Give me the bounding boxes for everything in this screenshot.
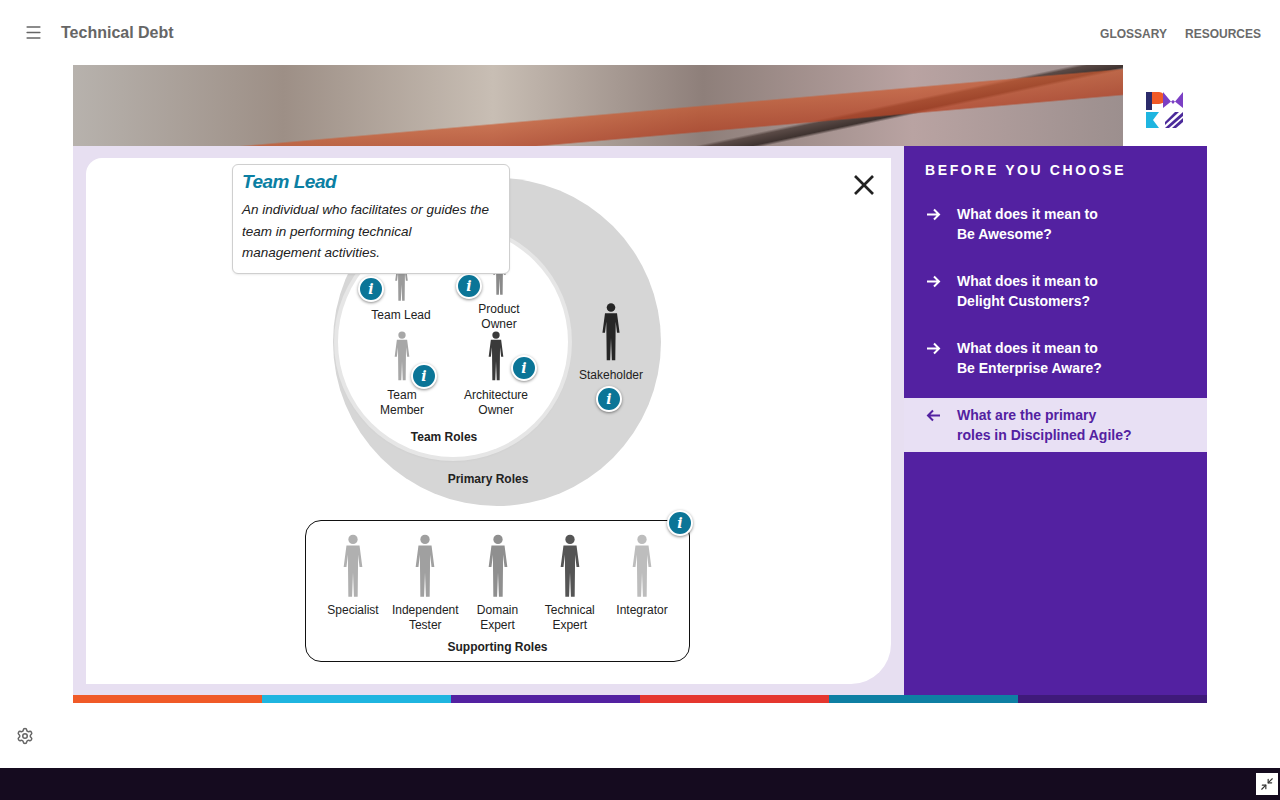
footer <box>0 703 1280 768</box>
arrow-right-icon <box>925 206 942 223</box>
close-icon[interactable] <box>853 174 875 196</box>
strip-segment <box>73 695 262 703</box>
supporting-role: DomainExpert <box>463 533 533 633</box>
sidebar-item[interactable]: What are the primaryroles in Disciplined… <box>904 398 1207 452</box>
arrow-left-icon <box>925 407 942 424</box>
role-label: Team Lead <box>371 308 430 323</box>
team-roles-label: Team Roles <box>374 430 514 444</box>
supporting-roles-box: Specialist IndependentTester DomainExpert T… <box>305 520 690 662</box>
gear-icon[interactable] <box>16 727 34 745</box>
menu-icon[interactable] <box>24 23 43 42</box>
role-label: ProductOwner <box>478 302 519 332</box>
diagram-panel: Team Roles Primary Roles Team Lead ProductO… <box>73 146 904 695</box>
content-shell: Team Roles Primary Roles Team Lead ProductO… <box>73 65 1207 703</box>
role-label: Integrator <box>616 603 667 618</box>
sidebar: BEFORE YOU CHOOSE What does it mean toBe … <box>904 146 1207 695</box>
arrow-right-icon <box>925 273 942 290</box>
supporting-role: TechnicalExpert <box>535 533 605 633</box>
banner-row <box>73 65 1207 146</box>
logo <box>1123 65 1207 146</box>
strip-segment <box>829 695 1018 703</box>
info-button[interactable]: i <box>456 273 482 299</box>
sidebar-item-label: What does it mean toBe Awesome? <box>957 204 1098 244</box>
role-node: Stakeholder <box>561 302 661 383</box>
info-button[interactable]: i <box>596 386 622 412</box>
strip-segment <box>451 695 640 703</box>
person-icon <box>628 533 656 599</box>
sidebar-list: What does it mean toBe Awesome? What does… <box>904 197 1207 452</box>
sidebar-heading: BEFORE YOU CHOOSE <box>904 162 1207 178</box>
tooltip-title: Team Lead <box>242 169 501 195</box>
role-tooltip: Team Lead An individual who facilitates o… <box>232 164 510 274</box>
role-label: TeamMember <box>380 388 424 418</box>
supporting-role: Specialist <box>318 533 388 633</box>
sidebar-item-label: What does it mean toDelight Customers? <box>957 271 1098 311</box>
supporting-role: Integrator <box>607 533 677 633</box>
header-link[interactable]: RESOURCES <box>1185 24 1261 41</box>
sidebar-item-label: What are the primaryroles in Disciplined… <box>957 405 1132 445</box>
person-icon <box>485 330 507 382</box>
info-button[interactable]: i <box>411 363 437 389</box>
sidebar-item[interactable]: What does it mean toDelight Customers? <box>904 264 1207 318</box>
role-label: DomainExpert <box>477 603 518 633</box>
strip-segment <box>1018 695 1207 703</box>
person-icon <box>411 533 439 599</box>
diagram-card: Team Roles Primary Roles Team Lead ProductO… <box>86 158 891 684</box>
page: Technical DebtGLOSSARY RESOURCES Team Role… <box>0 0 1280 800</box>
exit-fullscreen-icon[interactable] <box>1256 773 1278 795</box>
role-label: Stakeholder <box>579 368 643 383</box>
header: Technical DebtGLOSSARY RESOURCES <box>0 0 1280 65</box>
info-button[interactable]: i <box>511 355 537 381</box>
role-label: ArchitectureOwner <box>464 388 528 418</box>
info-button[interactable]: i <box>667 510 693 536</box>
sidebar-item[interactable]: What does it mean toBe Enterprise Aware? <box>904 331 1207 385</box>
tooltip-text: An individual who facilitates or guides … <box>242 199 501 264</box>
supporting-roles-label: Supporting Roles <box>448 640 548 654</box>
person-icon <box>339 533 367 599</box>
person-icon <box>556 533 584 599</box>
course-title: Technical Debt <box>61 24 1100 42</box>
sidebar-item[interactable]: What does it mean toBe Awesome? <box>904 197 1207 251</box>
header-links: GLOSSARY RESOURCES <box>1100 24 1261 41</box>
role-label: Specialist <box>327 603 378 618</box>
sidebar-item-label: What does it mean toBe Enterprise Aware? <box>957 338 1102 378</box>
content-row: Team Roles Primary Roles Team Lead ProductO… <box>73 146 1207 695</box>
banner-photo <box>73 65 1123 146</box>
person-icon <box>484 533 512 599</box>
person-icon <box>391 330 413 382</box>
role-label: IndependentTester <box>392 603 459 633</box>
role-node: TeamMember <box>352 330 452 418</box>
pmi-logo-icon <box>1145 90 1185 130</box>
strip-segment <box>640 695 829 703</box>
supporting-role: IndependentTester <box>390 533 460 633</box>
strip-segment <box>262 695 451 703</box>
bottom-bar <box>0 768 1280 800</box>
info-button[interactable]: i <box>358 276 384 302</box>
header-link[interactable]: GLOSSARY <box>1100 24 1167 41</box>
role-label: TechnicalExpert <box>545 603 595 633</box>
supporting-roles-row: Specialist IndependentTester DomainExpert T… <box>306 533 689 633</box>
arrow-right-icon <box>925 340 942 357</box>
primary-roles-label: Primary Roles <box>418 472 558 486</box>
person-icon <box>598 302 624 362</box>
color-strip <box>73 695 1207 703</box>
